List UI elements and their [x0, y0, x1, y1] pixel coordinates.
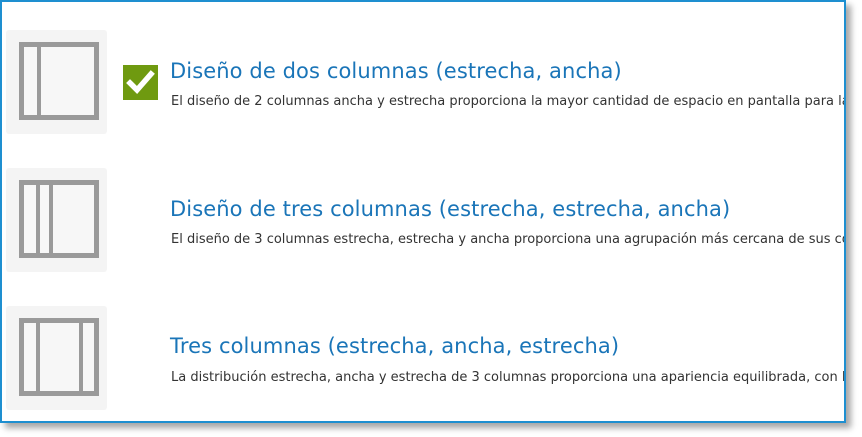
two-column-layout-icon: [19, 42, 99, 120]
layout-description: La distribución estrecha, ancha y estrec…: [171, 370, 846, 385]
layout-option-three-columns-nwn[interactable]: Tres columnas (estrecha, ancha, estrecha…: [2, 306, 846, 410]
layout-description: El diseño de 2 columnas ancha y estrecha…: [171, 94, 846, 109]
layout-title[interactable]: Diseño de tres columnas (estrecha, estre…: [170, 197, 730, 221]
layout-thumbnail[interactable]: [6, 168, 107, 272]
three-column-narrow-narrow-wide-icon: [19, 180, 99, 258]
layout-thumbnail[interactable]: [6, 306, 107, 410]
layout-description: El diseño de 3 columnas estrecha, estrec…: [171, 232, 846, 247]
layout-option-two-columns[interactable]: Diseño de dos columnas (estrecha, ancha)…: [2, 30, 846, 134]
layout-thumbnail[interactable]: [6, 30, 107, 134]
three-column-narrow-wide-narrow-icon: [19, 318, 99, 396]
layout-selector-panel: Diseño de dos columnas (estrecha, ancha)…: [0, 0, 846, 423]
layout-title[interactable]: Tres columnas (estrecha, ancha, estrecha…: [170, 334, 619, 358]
layout-title[interactable]: Diseño de dos columnas (estrecha, ancha): [170, 59, 622, 83]
selected-checkmark-icon: [123, 65, 158, 100]
layout-option-three-columns-nnw[interactable]: Diseño de tres columnas (estrecha, estre…: [2, 168, 846, 272]
